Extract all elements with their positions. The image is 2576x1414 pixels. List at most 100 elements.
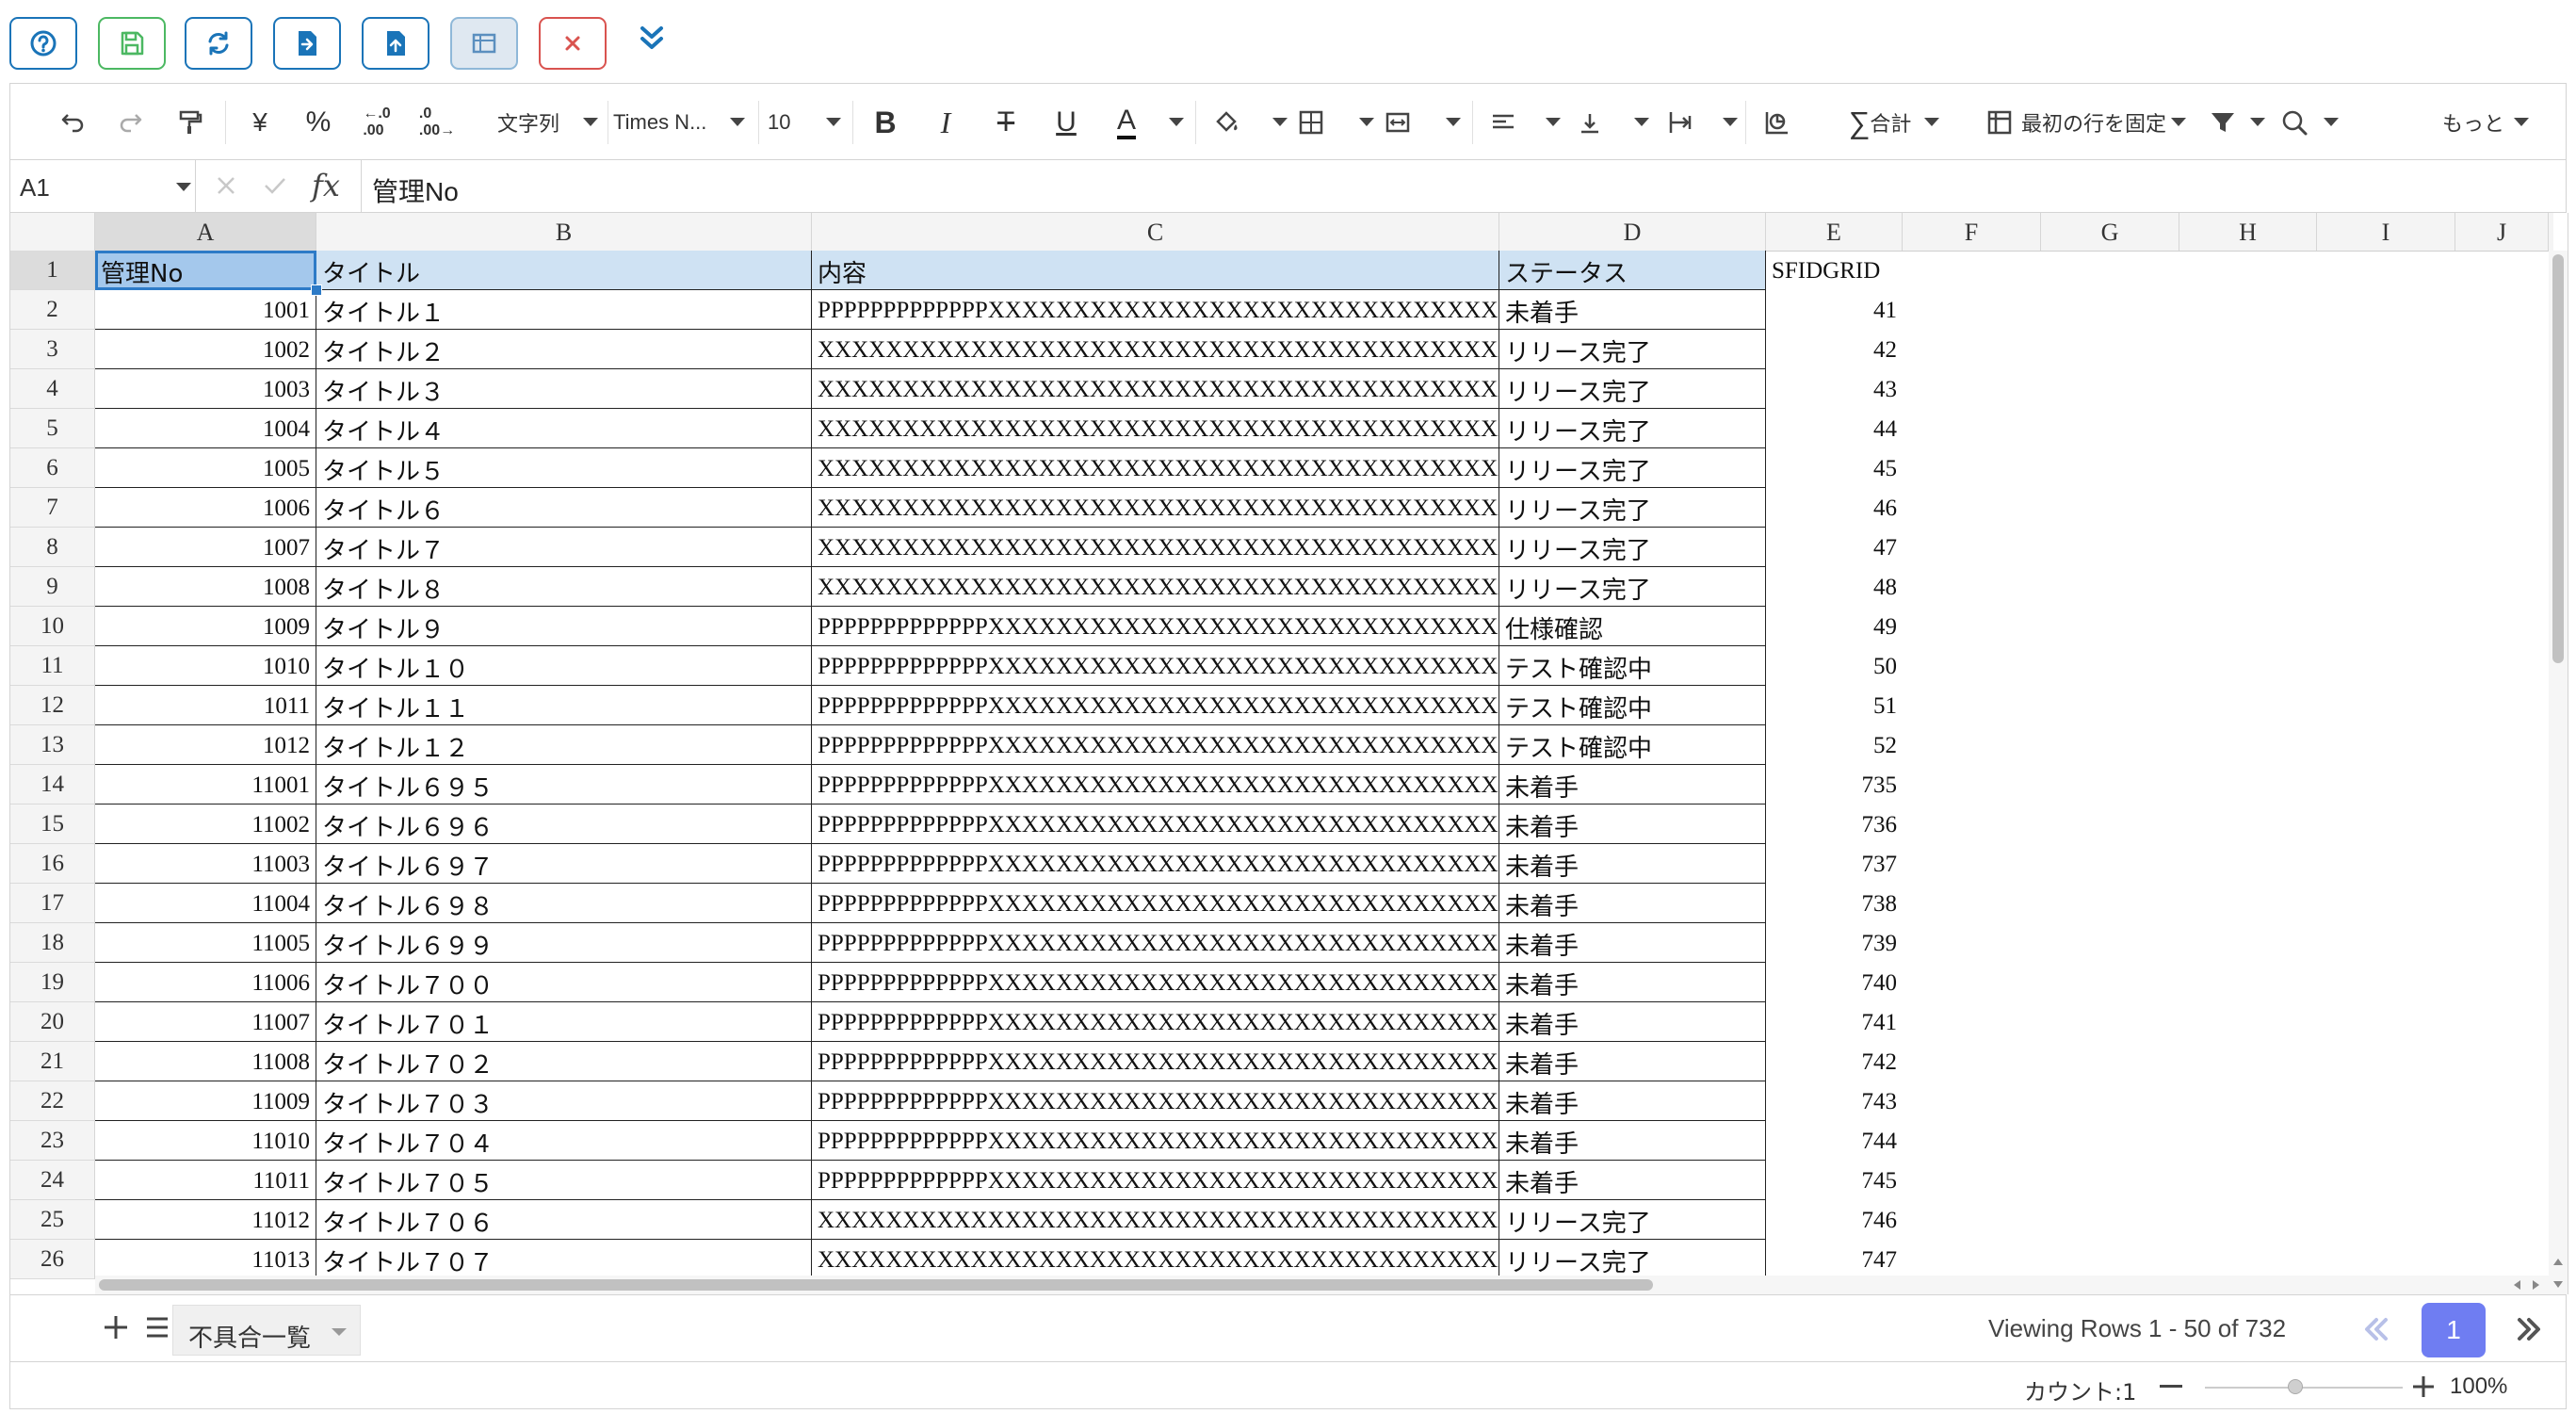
italic-button[interactable]: I <box>922 84 969 161</box>
table-cell-b[interactable]: タイトル６ <box>316 488 812 528</box>
sheet-list-icon[interactable] <box>138 1308 176 1346</box>
table-cell-d[interactable]: リリース完了 <box>1499 1240 1766 1279</box>
table-cell-b[interactable]: タイトル７０２ <box>316 1042 812 1081</box>
table-cell-d[interactable]: リリース完了 <box>1499 1200 1766 1240</box>
table-cell-e[interactable]: 740 <box>1766 963 1903 1002</box>
table-cell-a[interactable]: 11003 <box>95 844 316 884</box>
table-cell-c[interactable]: XXXXXXXXXXXXXXXXXXXXXXXXXXXXXXXXXXXXXXXX… <box>812 488 1499 528</box>
table-cell-a[interactable]: 11001 <box>95 765 316 805</box>
table-cell-e[interactable]: 50 <box>1766 646 1903 686</box>
add-sheet-icon[interactable] <box>97 1308 135 1346</box>
table-cell-d[interactable]: テスト確認中 <box>1499 686 1766 725</box>
table-cell-d[interactable]: リリース完了 <box>1499 448 1766 488</box>
row-header[interactable]: 12 <box>10 686 95 725</box>
table-cell-c[interactable]: PPPPPPPPPPPPPXXXXXXXXXXXXXXXXXXXXXXXXXXX… <box>812 1161 1499 1200</box>
table-cell-d[interactable]: 未着手 <box>1499 1002 1766 1042</box>
table-cell-c[interactable]: XXXXXXXXXXXXXXXXXXXXXXXXXXXXXXXXXXXXXXXX… <box>812 448 1499 488</box>
column-header-d[interactable]: D <box>1499 213 1766 251</box>
table-cell-e[interactable]: 737 <box>1766 844 1903 884</box>
table-cell-e[interactable]: 745 <box>1766 1161 1903 1200</box>
table-cell-e[interactable]: 45 <box>1766 448 1903 488</box>
table-cell-a[interactable]: 11010 <box>95 1121 316 1161</box>
bold-button[interactable]: B <box>862 84 909 161</box>
name-box[interactable]: A1 <box>10 160 196 212</box>
table-cell-d[interactable]: リリース完了 <box>1499 409 1766 448</box>
table-cell-c[interactable]: PPPPPPPPPPPPPXXXXXXXXXXXXXXXXXXXXXXXXXXX… <box>812 963 1499 1002</box>
underline-button[interactable]: U <box>1043 84 1090 161</box>
table-cell-b[interactable]: タイトル９ <box>316 607 812 646</box>
autosum-button[interactable]: ∑ 合計 <box>1828 84 1932 161</box>
fill-handle[interactable] <box>311 284 322 296</box>
table-cell-b[interactable]: タイトル１０ <box>316 646 812 686</box>
table-cell-d[interactable]: 未着手 <box>1499 844 1766 884</box>
table-cell-b[interactable]: タイトル７０７ <box>316 1240 812 1279</box>
table-cell-e[interactable]: 51 <box>1766 686 1903 725</box>
column-header-g[interactable]: G <box>2041 213 2179 251</box>
insert-chart-button[interactable] <box>1753 84 1800 161</box>
row-header[interactable]: 8 <box>10 528 95 567</box>
table-cell-c[interactable]: PPPPPPPPPPPPPXXXXXXXXXXXXXXXXXXXXXXXXXXX… <box>812 765 1499 805</box>
column-header-c[interactable]: C <box>812 213 1499 251</box>
percent-format-button[interactable]: % <box>295 84 342 161</box>
table-cell-b[interactable]: タイトル６９５ <box>316 765 812 805</box>
table-cell-d[interactable]: 未着手 <box>1499 1161 1766 1200</box>
merge-cells-button[interactable] <box>1374 84 1421 161</box>
chevron-down-icon[interactable] <box>332 1328 347 1336</box>
first-page-icon[interactable] <box>2354 1308 2395 1350</box>
fx-icon[interactable]: fx <box>312 168 340 203</box>
check-icon[interactable] <box>261 171 289 200</box>
header-cell-a[interactable]: 管理No <box>95 251 316 290</box>
row-header[interactable]: 5 <box>10 409 95 448</box>
freeze-first-row-button[interactable]: 最初の行を固定 <box>1962 84 2188 161</box>
redo-button[interactable] <box>108 84 155 161</box>
table-cell-d[interactable]: 未着手 <box>1499 1042 1766 1081</box>
table-cell-d[interactable]: リリース完了 <box>1499 330 1766 369</box>
table-cell-e[interactable]: 743 <box>1766 1081 1903 1121</box>
table-cell-a[interactable]: 1001 <box>95 290 316 330</box>
table-cell-b[interactable]: タイトル６９８ <box>316 884 812 923</box>
table-cell-e[interactable]: 41 <box>1766 290 1903 330</box>
scroll-right-arrow-icon[interactable] <box>2533 1280 2539 1290</box>
table-cell-e[interactable]: 738 <box>1766 884 1903 923</box>
table-cell-e[interactable]: 736 <box>1766 805 1903 844</box>
table-cell-b[interactable]: タイトル４ <box>316 409 812 448</box>
table-cell-c[interactable]: PPPPPPPPPPPPPXXXXXXXXXXXXXXXXXXXXXXXXXXX… <box>812 1081 1499 1121</box>
table-cell-c[interactable]: XXXXXXXXXXXXXXXXXXXXXXXXXXXXXXXXXXXXXXXX… <box>812 409 1499 448</box>
table-cell-c[interactable]: XXXXXXXXXXXXXXXXXXXXXXXXXXXXXXXXXXXXXXXX… <box>812 330 1499 369</box>
table-cell-a[interactable]: 11005 <box>95 923 316 963</box>
table-cell-a[interactable]: 1012 <box>95 725 316 765</box>
table-cell-a[interactable]: 11009 <box>95 1081 316 1121</box>
table-cell-c[interactable]: PPPPPPPPPPPPPXXXXXXXXXXXXXXXXXXXXXXXXXXX… <box>812 686 1499 725</box>
table-cell-a[interactable]: 1009 <box>95 607 316 646</box>
header-cell-c[interactable]: 内容 <box>812 251 1499 290</box>
table-cell-a[interactable]: 1004 <box>95 409 316 448</box>
zoom-slider[interactable] <box>2205 1387 2403 1389</box>
row-header[interactable]: 6 <box>10 448 95 488</box>
table-cell-c[interactable]: PPPPPPPPPPPPPXXXXXXXXXXXXXXXXXXXXXXXXXXX… <box>812 1002 1499 1042</box>
table-cell-a[interactable]: 1008 <box>95 567 316 607</box>
zoom-in-icon[interactable] <box>2410 1373 2437 1400</box>
text-wrap-button[interactable] <box>1657 84 1704 161</box>
table-cell-b[interactable]: タイトル２ <box>316 330 812 369</box>
row-header[interactable]: 13 <box>10 725 95 765</box>
table-cell-d[interactable]: リリース完了 <box>1499 369 1766 409</box>
row-header[interactable]: 22 <box>10 1081 95 1121</box>
table-cell-a[interactable]: 11006 <box>95 963 316 1002</box>
row-header[interactable]: 7 <box>10 488 95 528</box>
table-cell-b[interactable]: タイトル１２ <box>316 725 812 765</box>
row-header[interactable]: 16 <box>10 844 95 884</box>
table-cell-a[interactable]: 1002 <box>95 330 316 369</box>
table-cell-b[interactable]: タイトル１ <box>316 290 812 330</box>
table-cell-d[interactable]: 未着手 <box>1499 1121 1766 1161</box>
currency-format-button[interactable]: ¥ <box>236 84 284 161</box>
table-cell-b[interactable]: タイトル６９６ <box>316 805 812 844</box>
table-cell-b[interactable]: タイトル８ <box>316 567 812 607</box>
close-button[interactable] <box>539 17 607 70</box>
scroll-left-arrow-icon[interactable] <box>2514 1280 2520 1290</box>
table-cell-e[interactable]: 735 <box>1766 765 1903 805</box>
fill-color-button[interactable] <box>1203 84 1250 161</box>
table-cell-b[interactable]: タイトル７０５ <box>316 1161 812 1200</box>
undo-button[interactable] <box>48 84 95 161</box>
row-header[interactable]: 24 <box>10 1161 95 1200</box>
save-button[interactable] <box>98 17 166 70</box>
